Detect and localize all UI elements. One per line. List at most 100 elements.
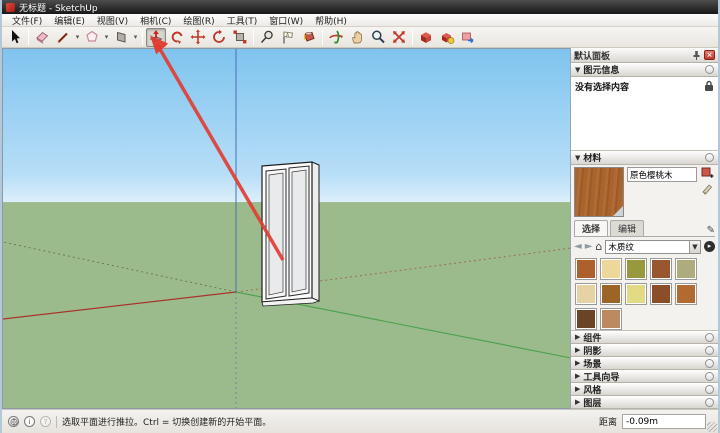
select-arrow-icon xyxy=(7,29,23,45)
rotate-icon xyxy=(211,29,227,45)
section-instructor-header[interactable]: ▶工具向导 xyxy=(571,370,718,383)
material-swatch[interactable] xyxy=(625,258,647,280)
forward-arrow-icon[interactable]: ► xyxy=(585,241,593,252)
menu-window[interactable]: 窗口(W) xyxy=(263,14,309,27)
section-collapse-button[interactable] xyxy=(705,153,714,162)
credit-status-icon[interactable]: i xyxy=(24,416,35,427)
zoom-tool-button[interactable] xyxy=(368,28,388,47)
material-swatch[interactable] xyxy=(675,258,697,280)
materials-content: 选择 编辑 ✎ ◄ ► ⌂ 木质纹 ▼ ▸ xyxy=(571,165,718,331)
in-model-home-icon[interactable]: ⌂ xyxy=(595,240,602,253)
select-tool-button[interactable] xyxy=(5,28,25,47)
chevron-right-icon: ▶ xyxy=(575,359,580,367)
display-secondary-pane-icon[interactable] xyxy=(701,182,714,195)
sketchup-logo-icon xyxy=(6,3,15,12)
material-swatch[interactable] xyxy=(575,308,597,330)
text-label-tool-button[interactable]: A xyxy=(278,28,298,47)
material-swatch[interactable] xyxy=(650,283,672,305)
menu-draw[interactable]: 绘图(R) xyxy=(177,14,220,27)
section-label: 图元信息 xyxy=(583,63,619,76)
materials-nav-row: ◄ ► ⌂ 木质纹 ▼ ▸ xyxy=(574,237,715,256)
menu-help[interactable]: 帮助(H) xyxy=(309,14,353,27)
material-swatch[interactable] xyxy=(575,258,597,280)
section-layers-header[interactable]: ▶图层 xyxy=(571,396,718,409)
warehouse-cube-icon xyxy=(418,29,434,45)
details-button[interactable]: ▸ xyxy=(704,241,715,252)
section-collapse-button[interactable] xyxy=(705,359,714,368)
door-model xyxy=(262,162,319,306)
pan-tool-button[interactable] xyxy=(347,28,367,47)
material-swatch[interactable] xyxy=(675,283,697,305)
menu-camera[interactable]: 相机(C) xyxy=(134,14,177,27)
paint-bucket-tool-button[interactable] xyxy=(299,28,319,47)
dropdown-arrow-icon[interactable]: ▼ xyxy=(689,241,700,253)
geolocation-status-icon[interactable] xyxy=(8,416,19,427)
push-pull-tool-button[interactable] xyxy=(146,28,166,47)
line-tools-dropdown[interactable]: ▾ xyxy=(74,33,81,41)
section-collapse-button[interactable] xyxy=(705,385,714,394)
menu-tools[interactable]: 工具(T) xyxy=(221,14,264,27)
shape-icon xyxy=(84,29,100,45)
section-styles-header[interactable]: ▶风格 xyxy=(571,383,718,396)
entity-info-content: 没有选择内容 xyxy=(571,77,718,151)
move-tool-button[interactable] xyxy=(188,28,208,47)
tab-edit[interactable]: 编辑 xyxy=(610,220,644,236)
toolbar: ▾ ▾ ▾ A xyxy=(2,27,718,48)
pin-icon[interactable] xyxy=(692,50,701,60)
lock-icon[interactable] xyxy=(704,80,714,92)
paint-bucket-icon xyxy=(301,29,317,45)
help-status-icon[interactable]: ? xyxy=(40,416,51,427)
active-material-preview[interactable] xyxy=(574,167,624,217)
panel-close-button[interactable]: × xyxy=(704,50,715,60)
scale-tool-button[interactable] xyxy=(230,28,250,47)
tape-measure-tool-button[interactable] xyxy=(257,28,277,47)
zoom-icon xyxy=(370,29,386,45)
shape-tools-dropdown[interactable]: ▾ xyxy=(103,33,110,41)
material-swatch[interactable] xyxy=(575,283,597,305)
section-scenes-header[interactable]: ▶场景 xyxy=(571,357,718,370)
menu-file[interactable]: 文件(F) xyxy=(6,14,48,27)
create-material-icon[interactable] xyxy=(701,167,714,180)
line-tool-button[interactable] xyxy=(53,28,73,47)
material-category-dropdown[interactable]: 木质纹 ▼ xyxy=(605,240,701,254)
push-pull-icon xyxy=(148,29,164,45)
material-swatch[interactable] xyxy=(600,308,622,330)
shape-tool-button[interactable] xyxy=(82,28,102,47)
material-swatch[interactable] xyxy=(600,258,622,280)
share-component-button[interactable] xyxy=(458,28,478,47)
section-collapse-button[interactable] xyxy=(705,372,714,381)
section-materials-header[interactable]: ▼ 材料 xyxy=(571,151,718,165)
sample-paint-icon[interactable]: ✎ xyxy=(707,225,715,236)
section-entity-info-header[interactable]: ▼ 图元信息 xyxy=(571,63,718,77)
zoom-extents-tool-button[interactable] xyxy=(389,28,409,47)
get-models-button[interactable] xyxy=(416,28,436,47)
section-collapse-button[interactable] xyxy=(705,65,714,74)
pencil-icon xyxy=(55,29,71,45)
section-collapse-button[interactable] xyxy=(705,333,714,342)
section-collapse-button[interactable] xyxy=(705,346,714,355)
material-name-input[interactable] xyxy=(627,167,697,182)
material-swatch[interactable] xyxy=(600,283,622,305)
section-shadows-header[interactable]: ▶阴影 xyxy=(571,344,718,357)
title-bar[interactable]: 无标题 - SketchUp xyxy=(2,0,718,14)
share-model-button[interactable] xyxy=(437,28,457,47)
menu-view[interactable]: 视图(V) xyxy=(91,14,134,27)
material-swatch[interactable] xyxy=(625,283,647,305)
rectangle-tools-dropdown[interactable]: ▾ xyxy=(132,33,139,41)
modeling-viewport[interactable] xyxy=(2,48,570,409)
follow-me-tool-button[interactable] xyxy=(167,28,187,47)
material-swatch[interactable] xyxy=(650,258,672,280)
tab-select[interactable]: 选择 xyxy=(574,220,608,236)
section-collapse-button[interactable] xyxy=(705,398,714,407)
rectangle-tool-button[interactable] xyxy=(111,28,131,47)
eraser-tool-button[interactable] xyxy=(32,28,52,47)
measurement-input[interactable] xyxy=(622,414,706,429)
menu-edit[interactable]: 编辑(E) xyxy=(48,14,91,27)
status-message: 选取平面进行推拉。Ctrl = 切换创建新的开始平面。 xyxy=(62,415,594,428)
resize-grip[interactable] xyxy=(707,422,717,432)
rotate-tool-button[interactable] xyxy=(209,28,229,47)
orbit-tool-button[interactable] xyxy=(326,28,346,47)
section-label: 阴影 xyxy=(583,344,601,357)
section-components-header[interactable]: ▶组件 xyxy=(571,331,718,344)
back-arrow-icon[interactable]: ◄ xyxy=(574,241,582,252)
